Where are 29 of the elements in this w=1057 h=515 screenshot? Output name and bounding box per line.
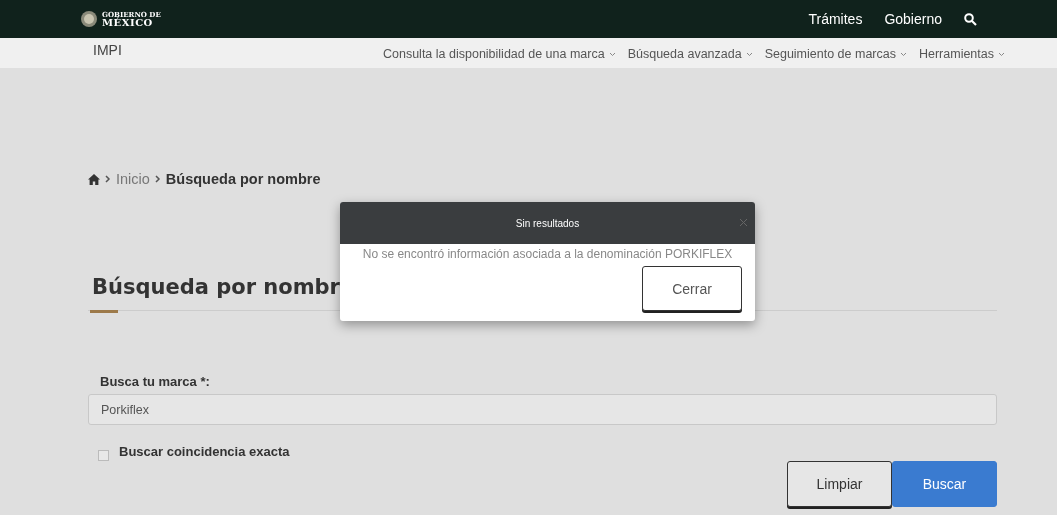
nav-menu[interactable]: Consulta la disponibilidad de una marca [383, 47, 616, 61]
page-heading: Búsqueda por nombr [92, 275, 340, 299]
site-name: IMPI [93, 42, 122, 58]
heading-accent [90, 310, 118, 313]
dialog-title: Sin resultados [515, 217, 580, 229]
chevron-right-icon [105, 175, 111, 183]
chevron-down-icon [608, 51, 616, 57]
input-field[interactable]: Porkiflex [88, 394, 997, 425]
search-button[interactable]: Buscar [892, 461, 997, 507]
chevron-down-icon [998, 51, 1005, 57]
dialog-message: No se encontró información asociada a la denominación PORKIFLEX [361, 247, 734, 261]
logo-text: MÉXICO [102, 17, 153, 28]
breadcrumb-current: Búsqueda por nombre [165, 171, 321, 187]
chevron-down-icon [745, 51, 753, 57]
chevron-right-icon [154, 175, 161, 183]
nav-menu[interactable]: Búsqueda avanzada [627, 47, 753, 61]
clear-button[interactable]: Limpiar [787, 461, 892, 507]
search-icon[interactable] [964, 12, 977, 26]
nav-menu[interactable]: Seguimiento de marcas [764, 47, 907, 61]
close-button[interactable]: Cerrar [642, 266, 742, 311]
nav-link[interactable]: Trámites [808, 11, 863, 27]
checkbox-label: Buscar coincidencia exacta [119, 444, 290, 459]
field-label: Busca tu marca *: [100, 374, 211, 389]
seal-icon [80, 10, 98, 28]
home-icon[interactable] [88, 173, 100, 185]
checkbox[interactable] [98, 450, 109, 461]
nav-menu[interactable]: Herramientas [918, 47, 1005, 61]
chevron-down-icon [899, 51, 907, 57]
nav-link[interactable]: Gobierno [884, 11, 942, 27]
